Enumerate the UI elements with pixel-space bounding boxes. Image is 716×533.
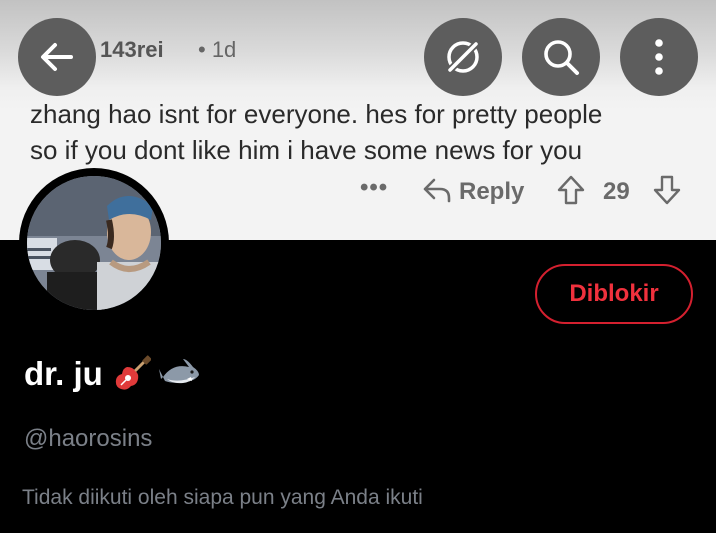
comment-time: • 1d bbox=[198, 37, 237, 62]
shark-icon bbox=[158, 359, 199, 384]
more-button[interactable] bbox=[620, 18, 698, 96]
comment-text: zhang hao isnt for everyone. hes for pre… bbox=[30, 96, 700, 168]
commenter-username: 143rei bbox=[100, 37, 164, 62]
profile-avatar[interactable] bbox=[19, 168, 169, 318]
grok-button[interactable] bbox=[424, 18, 502, 96]
search-button[interactable] bbox=[522, 18, 600, 96]
display-name: dr. ju bbox=[24, 352, 201, 396]
followers-you-know-note: Tidak diikuti oleh siapa pun yang Anda i… bbox=[22, 486, 423, 509]
profile-handle: @haorosins bbox=[24, 425, 153, 452]
display-name-text: dr. ju bbox=[24, 355, 103, 392]
grok-icon bbox=[446, 40, 480, 74]
reply-label: Reply bbox=[459, 178, 525, 205]
blocked-button[interactable]: Diblokir bbox=[535, 264, 693, 324]
avatar-image bbox=[27, 176, 161, 310]
downvote-icon bbox=[653, 175, 681, 205]
vote-count: 29 bbox=[603, 178, 630, 205]
back-button[interactable] bbox=[18, 18, 96, 96]
comment-line: zhang hao isnt for everyone. hes for pre… bbox=[30, 99, 603, 129]
search-icon bbox=[544, 40, 579, 75]
more-vertical-icon bbox=[655, 39, 663, 75]
arrow-left-icon bbox=[41, 43, 73, 71]
more-options-dots: ••• bbox=[360, 174, 389, 201]
comment-line: so if you dont like him i have some news… bbox=[30, 135, 583, 165]
reply-icon bbox=[423, 178, 451, 203]
upvote-icon bbox=[557, 175, 585, 205]
guitar-icon bbox=[115, 355, 151, 390]
comment-actions: ••• Reply 29 bbox=[360, 172, 690, 212]
